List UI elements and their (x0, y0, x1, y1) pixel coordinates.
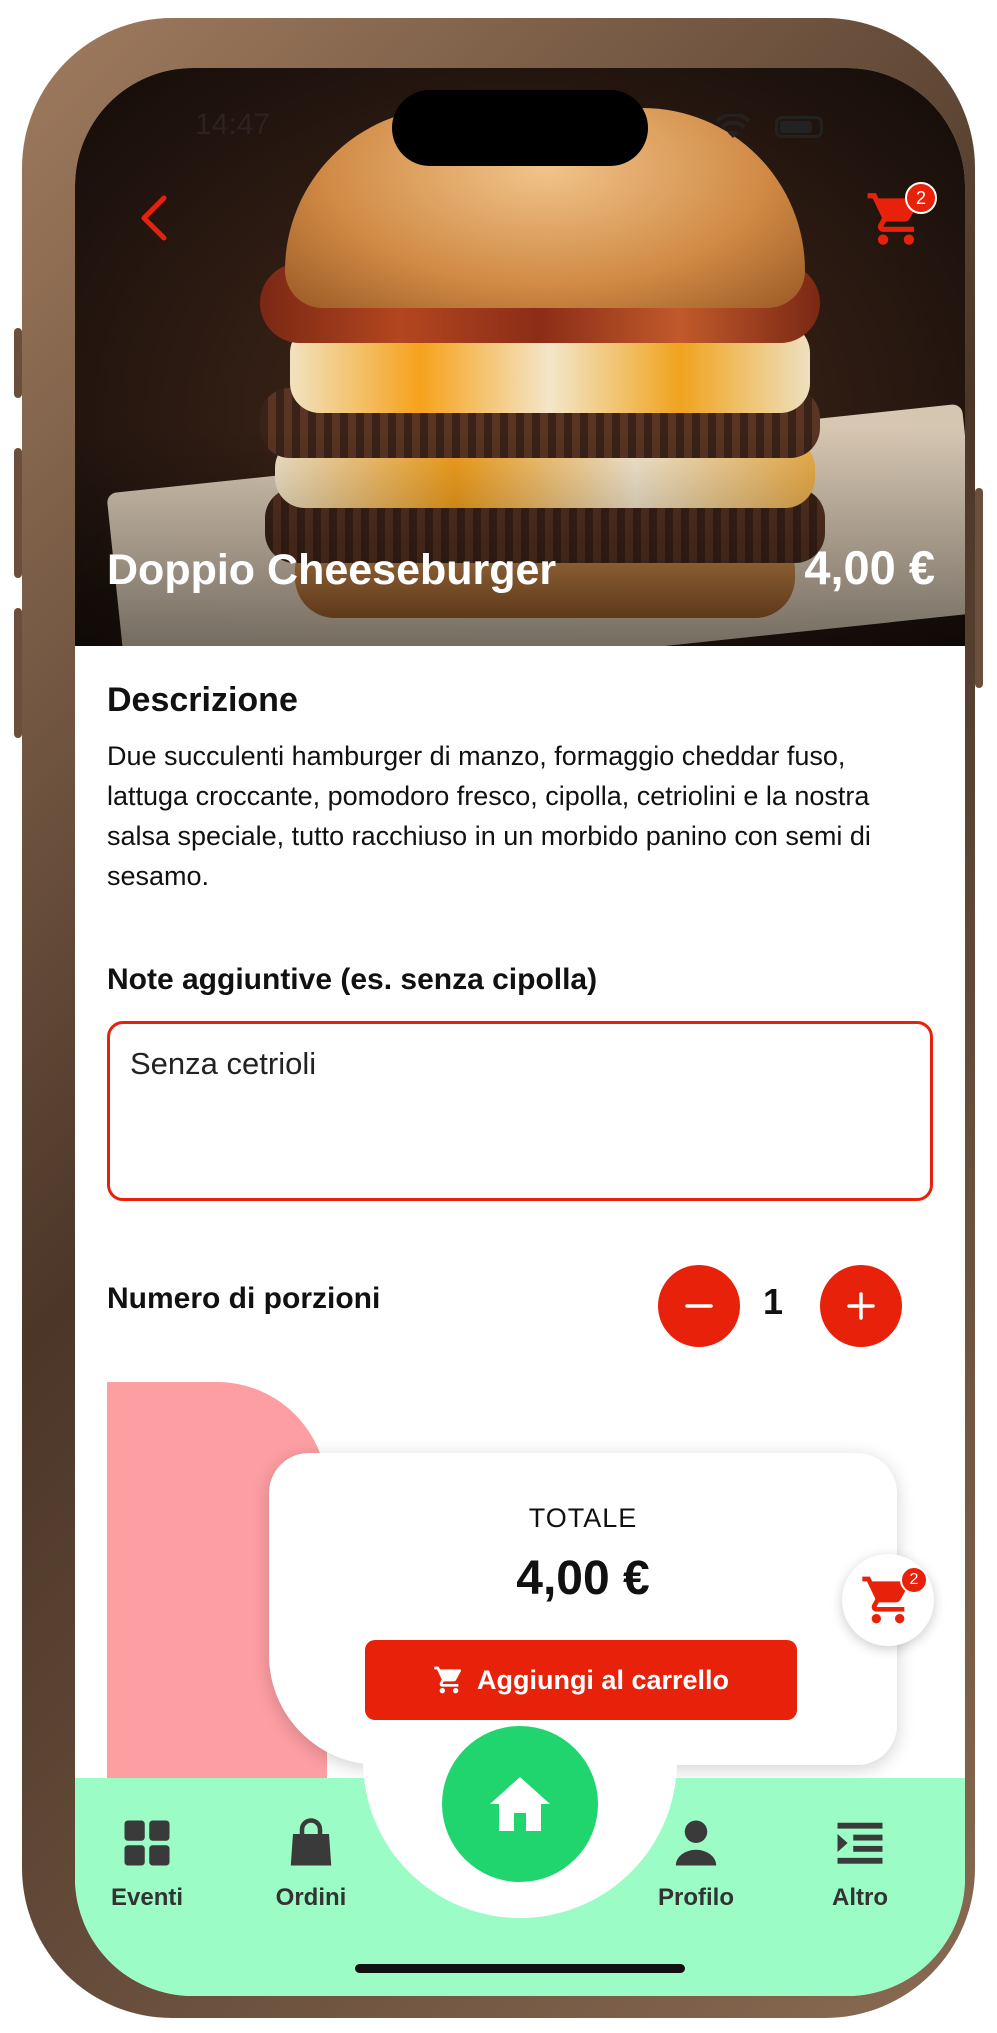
nav-label-altro: Altro (832, 1884, 888, 1911)
hero-gradient (75, 428, 965, 646)
increase-quantity-button[interactable] (820, 1265, 902, 1347)
home-button[interactable] (442, 1726, 598, 1882)
volume-up-button (14, 448, 22, 578)
home-icon (490, 1777, 550, 1831)
status-time: 14:47 (195, 108, 271, 141)
dynamic-island (392, 90, 648, 166)
wifi-icon (715, 114, 751, 138)
description-heading: Descrizione (107, 681, 298, 719)
total-card: TOTALE 4,00 € Aggiungi al carrello (269, 1453, 897, 1765)
nav-label-ordini: Ordini (275, 1884, 347, 1911)
description-text: Due succulenti hamburger di manzo, forma… (107, 741, 871, 891)
floating-cart-button[interactable]: 2 (842, 1554, 934, 1646)
phone-frame: 14:47 2 Doppio Cheeseburger 4,00 € Descr… (14, 18, 983, 2018)
nav-item-eventi[interactable]: Eventi (82, 1816, 212, 1912)
add-to-cart-button[interactable]: Aggiungi al carrello (365, 1640, 797, 1720)
total-value: 4,00 € (516, 1552, 650, 1605)
home-indicator (355, 1964, 685, 1973)
notes-label: Note aggiuntive (es. senza cipolla) (107, 963, 598, 996)
decrease-quantity-button[interactable] (658, 1265, 740, 1347)
battery-icon (775, 116, 823, 138)
user-icon (675, 1820, 717, 1866)
menu-list-icon (837, 1822, 883, 1864)
nav-item-ordini[interactable]: Ordini (246, 1816, 376, 1912)
nav-label-eventi: Eventi (110, 1884, 184, 1911)
cart-badge: 2 (905, 182, 937, 214)
nav-item-profilo[interactable]: Profilo (631, 1816, 761, 1912)
nav-item-altro[interactable]: Altro (795, 1816, 925, 1912)
notes-input[interactable]: Senza cetrioli (107, 1021, 933, 1201)
minus-icon (685, 1304, 713, 1308)
nav-label-profilo: Profilo (658, 1884, 734, 1911)
mute-switch (14, 328, 22, 398)
floating-cart-badge: 2 (900, 1566, 928, 1594)
portions-label: Numero di porzioni (107, 1282, 381, 1315)
plus-icon (847, 1292, 875, 1320)
product-price: 4,00 € (804, 541, 935, 594)
add-to-cart-label: Aggiungi al carrello (476, 1664, 730, 1695)
quantity-value: 1 (762, 1281, 784, 1322)
grid-icon (124, 1820, 170, 1866)
product-hero-image: 14:47 2 Doppio Cheeseburger 4,00 € (75, 68, 965, 646)
header-cart-button[interactable]: 2 (865, 182, 937, 250)
product-title: Doppio Cheeseburger (107, 546, 557, 594)
volume-down-button (14, 608, 22, 738)
cart-icon (434, 1666, 461, 1694)
screen: 14:47 2 Doppio Cheeseburger 4,00 € Descr… (75, 68, 965, 1996)
shopping-bag-icon (290, 1818, 332, 1866)
total-label: TOTALE (528, 1503, 638, 1533)
power-button (975, 488, 983, 688)
back-arrow-icon[interactable] (130, 188, 180, 248)
